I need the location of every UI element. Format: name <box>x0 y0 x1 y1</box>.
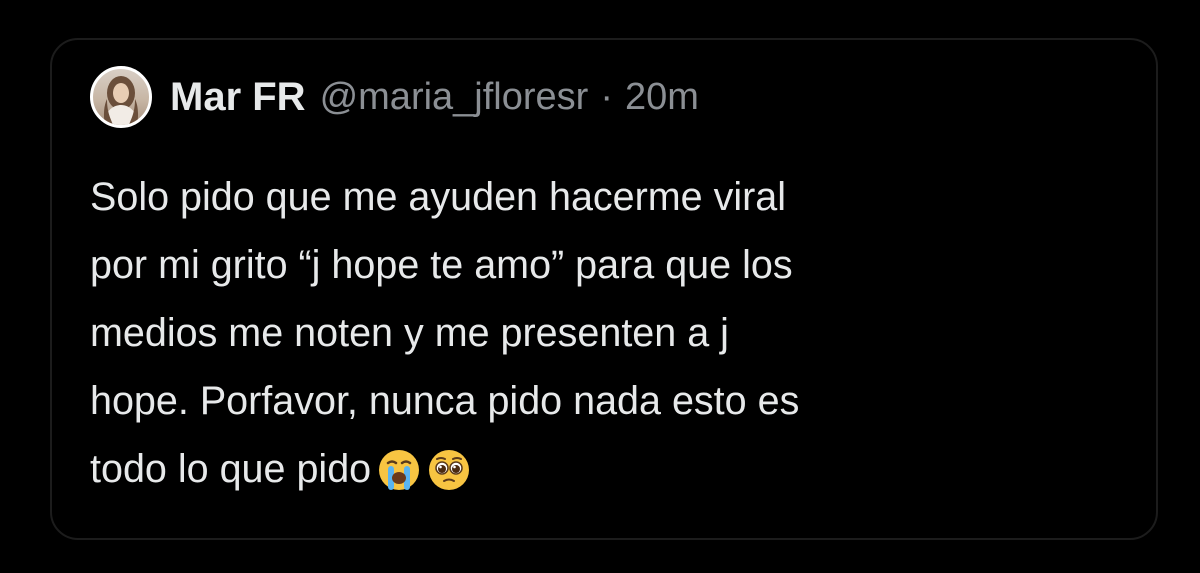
pleading-face-icon <box>427 445 471 513</box>
separator-dot: · <box>600 75 613 118</box>
tweet-text-line: hope. Porfavor, nunca pido nada esto es <box>90 379 800 423</box>
tweet-text-line: todo lo que pido <box>90 447 372 491</box>
tweet-text-line: Solo pido que me ayuden hacerme viral <box>90 175 787 219</box>
author-display-name[interactable]: Mar FR <box>170 75 306 120</box>
tweet-text-last-line: todo lo que pido <box>90 435 1120 513</box>
avatar-photo-icon <box>103 76 139 125</box>
tweet-header: Mar FR @maria_jfloresr · 20m <box>90 64 699 130</box>
tweet-timestamp[interactable]: 20m <box>625 76 699 119</box>
avatar[interactable] <box>90 66 152 128</box>
loudly-crying-face-icon <box>377 445 421 513</box>
tweet-text: Solo pido que me ayuden hacerme viral po… <box>90 163 1120 513</box>
tweet-text-line: medios me noten y me presenten a j <box>90 311 729 355</box>
tweet-text-line: por mi grito “j hope te amo” para que lo… <box>90 243 793 287</box>
author-handle[interactable]: @maria_jfloresr <box>320 76 589 119</box>
